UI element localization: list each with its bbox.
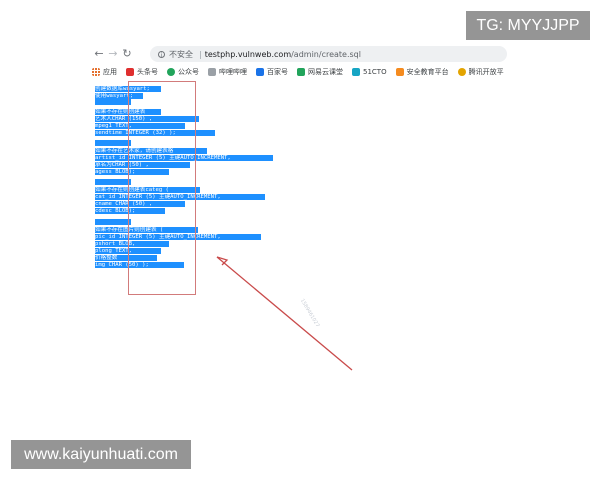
code-line	[95, 219, 131, 226]
code-line	[95, 140, 131, 147]
address-bar[interactable]: i 不安全 | testphp.vulnweb.com /admin/creat…	[150, 46, 507, 62]
bookmark-label: 公众号	[178, 68, 199, 76]
code-line: cat_id INTEGER (5) 主键AUTO_INCREMENT,	[95, 194, 265, 201]
info-icon: i	[158, 50, 165, 59]
green-circle-icon	[167, 68, 175, 76]
code-line: agess BLOB);	[95, 169, 169, 176]
url-path: /admin/create.sql	[291, 49, 361, 59]
site-watermark: www.kaiyunhuati.com	[11, 440, 191, 469]
bookmark-tencent-open-platform[interactable]: 腾讯开放平	[457, 67, 504, 77]
forward-arrow-icon[interactable]: →	[106, 46, 120, 60]
bookmark-netease-classroom[interactable]: 网易云课堂	[297, 67, 343, 77]
code-line: sendtime INTEGER (32) );	[95, 130, 215, 137]
code-line: plong TEXT,	[95, 248, 161, 255]
bookmark-safety-platform[interactable]: 安全教育平台	[395, 67, 449, 77]
address-row: ← → ↻ i 不安全 | testphp.vulnweb.com /admin…	[92, 42, 507, 64]
bookmark-baijiahao[interactable]: 百家号	[256, 67, 288, 77]
code-line: 承名为CHAR (50) ,	[95, 162, 190, 169]
bookmarks-bar: 应用 头条号 公众号 哔哩哔哩 百家号 网易云课堂 51CTO 安全教育平台 腾…	[92, 66, 512, 78]
bookmark-51cto[interactable]: 51CTO	[352, 68, 387, 76]
code-line: mpeg1 TEXT,	[95, 123, 185, 130]
back-arrow-icon[interactable]: ←	[92, 46, 106, 60]
green-square-icon	[297, 68, 305, 76]
red-square-icon	[126, 68, 134, 76]
bookmark-toutiao[interactable]: 头条号	[126, 67, 158, 77]
selected-sql-text[interactable]: 创建数据库wasyart; 使用wasyart; 如果不存在则创建表 艺术人CH…	[94, 84, 274, 276]
bookmark-label: 百家号	[267, 68, 288, 76]
url-host: testphp.vulnweb.com	[204, 49, 292, 59]
bookmark-label: 哔哩哔哩	[219, 68, 247, 76]
blue-square-icon	[256, 68, 264, 76]
orange-square-icon	[395, 68, 404, 76]
code-line: 创建数据库wasyart;	[95, 86, 161, 93]
code-line	[95, 99, 131, 106]
code-line: img CHAR (50) );	[95, 262, 184, 269]
code-line	[95, 179, 131, 186]
tg-watermark: TG: MYYJJPP	[466, 11, 590, 40]
bookmark-bilibili[interactable]: 哔哩哔哩	[208, 67, 247, 77]
bookmark-apps[interactable]: 应用	[92, 67, 117, 77]
bookmark-label: 腾讯开放平	[468, 68, 504, 76]
gray-square-icon	[208, 68, 216, 76]
bookmark-label: 网易云课堂	[308, 68, 343, 76]
annotation-arrow	[216, 256, 353, 371]
code-line: 艺术人CHAR (150) ,	[95, 116, 199, 123]
bookmark-label: 头条号	[137, 68, 158, 76]
bookmark-label: 安全教育平台	[406, 68, 449, 76]
code-line: 如果不存在则创建表	[95, 109, 161, 116]
code-line: pic_id INTEGER (5) 主键AUTO_INCREMENT,	[95, 234, 261, 241]
code-line: pshort BLOB,	[95, 241, 169, 248]
bookmark-label: 51CTO	[363, 68, 387, 76]
yellow-circle-icon	[457, 68, 466, 76]
bookmark-official-account[interactable]: 公众号	[167, 67, 199, 77]
reload-icon[interactable]: ↻	[120, 46, 134, 60]
code-line: 如果不存在艺术家，请创建表格	[95, 148, 207, 155]
cyan-square-icon	[352, 68, 360, 76]
screenshot-page: ← → ↻ i 不安全 | testphp.vulnweb.com /admin…	[0, 0, 600, 480]
security-label: 不安全	[169, 49, 193, 59]
code-line: cdesc BLOB);	[95, 208, 165, 215]
code-line: 价格整数	[95, 255, 157, 262]
code-line: 如果不存在则创建表categ (	[95, 187, 200, 194]
code-line: artist_id INTEGER (5) 主键AUTO_INCREMENT,	[95, 155, 273, 162]
code-line: 如果不存在图片则创建表 (	[95, 227, 198, 234]
code-line: cname CHAR (50) ,	[95, 201, 185, 208]
address-divider: |	[199, 49, 202, 59]
browser-chrome: ← → ↻ i 不安全 | testphp.vulnweb.com /admin…	[92, 42, 507, 78]
bookmark-label: 应用	[103, 68, 117, 76]
apps-grid-icon	[92, 68, 100, 76]
